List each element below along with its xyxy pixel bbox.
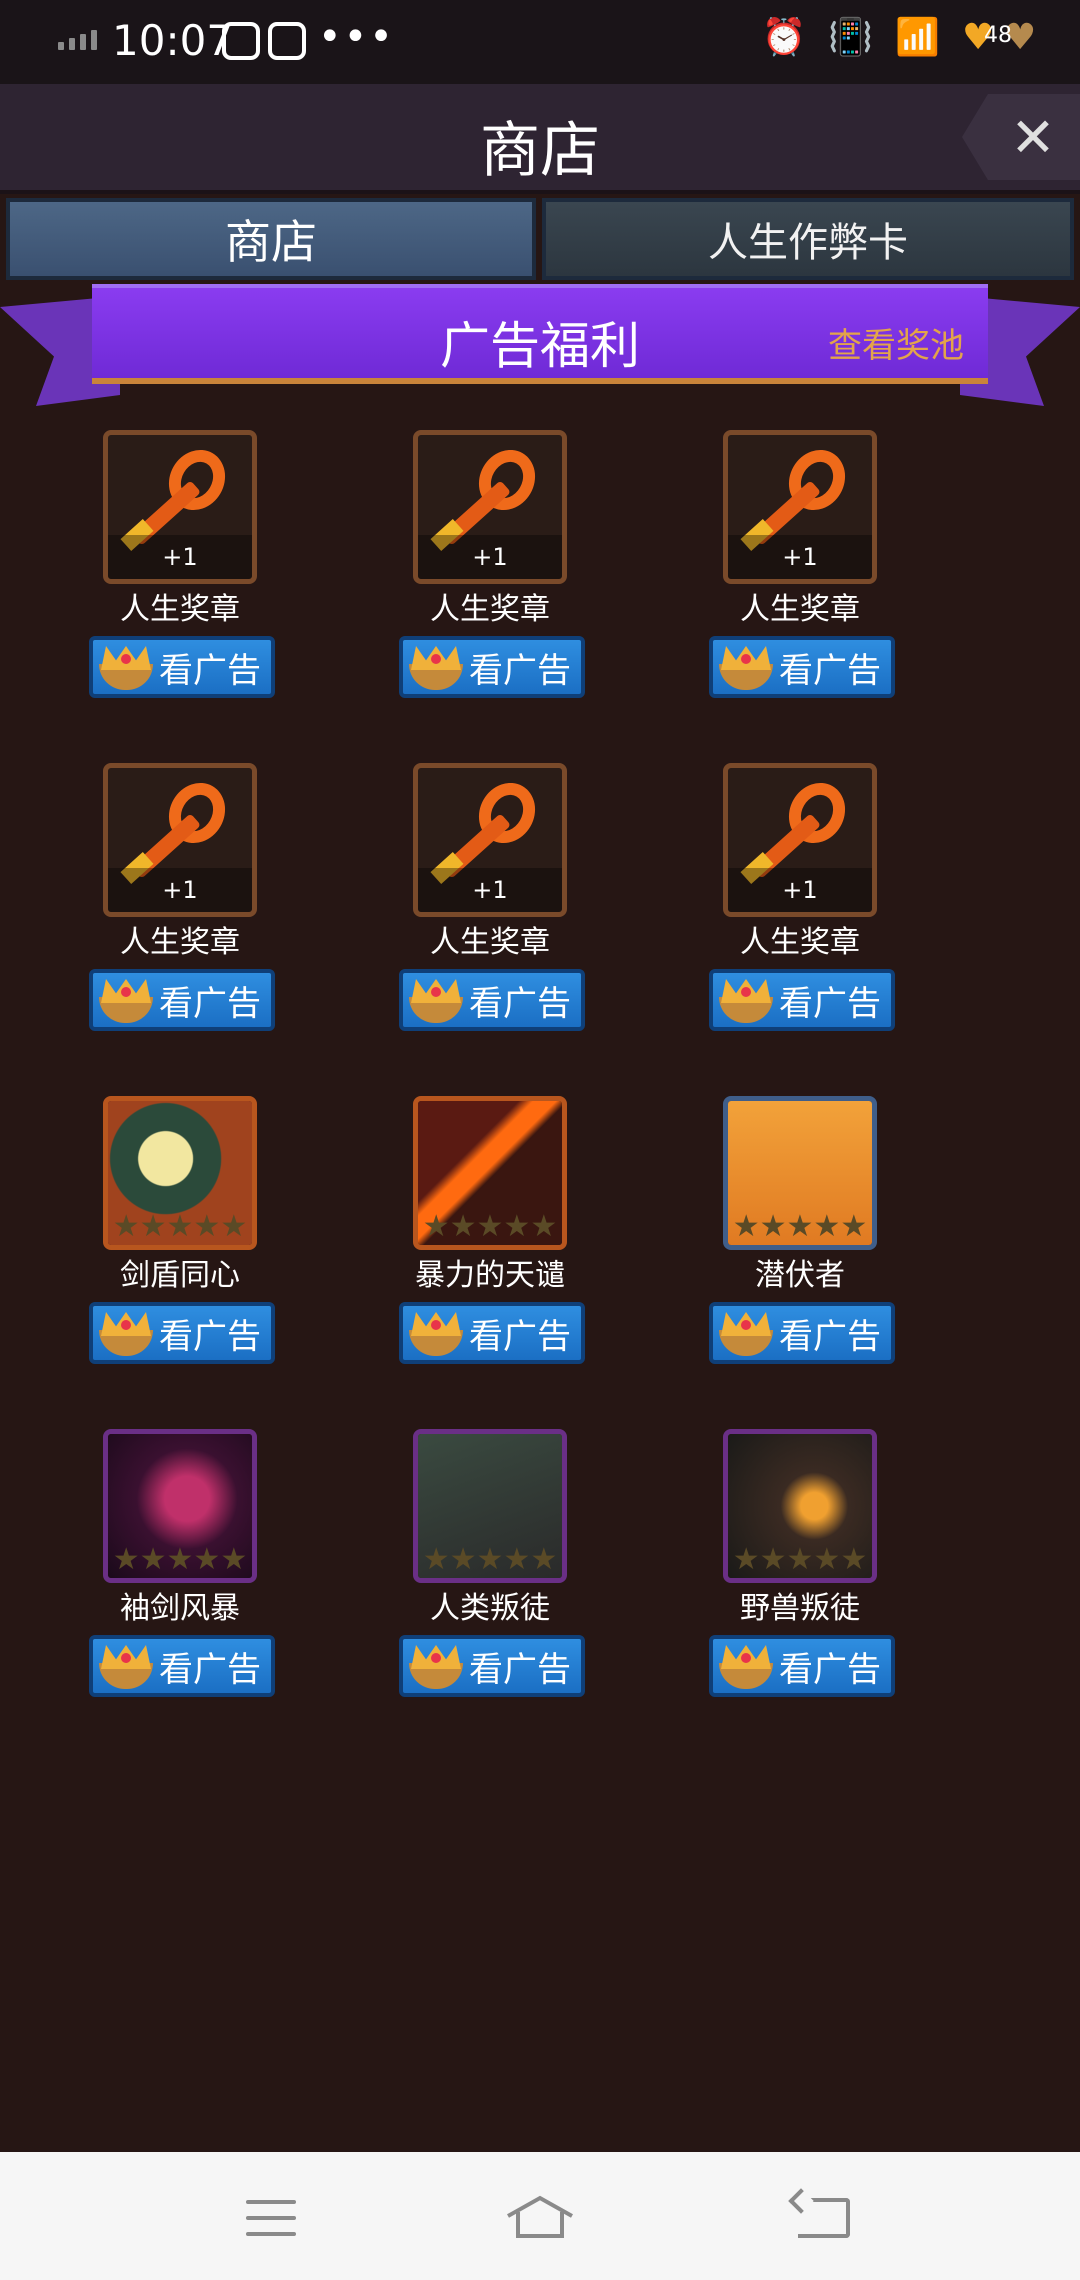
crown-icon: [407, 977, 465, 1023]
item-name: 人生奖章: [120, 925, 240, 960]
watch-ad-button[interactable]: 看广告: [709, 969, 895, 1031]
menu-icon[interactable]: [246, 2200, 296, 2248]
status-time: 10:07: [112, 16, 234, 65]
crown-icon: [717, 644, 775, 690]
tab-cheat-cards[interactable]: 人生作弊卡: [542, 198, 1074, 280]
page-title: 商店: [480, 116, 600, 186]
item-name: 人生奖章: [430, 925, 550, 960]
crown-icon: [407, 644, 465, 690]
wifi-icon: 📶: [895, 17, 940, 58]
crown-icon: [717, 1310, 775, 1356]
watch-ad-button[interactable]: 看广告: [709, 1635, 895, 1697]
more-notifications: •••: [318, 14, 395, 60]
watch-ad-label: 看广告: [159, 1649, 261, 1690]
view-prize-pool-link[interactable]: 查看奖池: [828, 318, 964, 367]
card-art: ★★★★★: [103, 1096, 257, 1250]
signal-icon: [58, 30, 97, 50]
ad-rewards-banner: 广告福利 查看奖池: [92, 284, 988, 384]
rarity-stars: ★★★★★: [732, 1209, 868, 1244]
rarity-stars: ★★★★★: [112, 1542, 248, 1577]
item-count-badge: +1: [418, 868, 562, 912]
watch-ad-label: 看广告: [469, 1316, 571, 1357]
crown-icon: [717, 1643, 775, 1689]
key-icon: +1: [413, 763, 567, 917]
item-name: 剑盾同心: [120, 1258, 240, 1293]
item-count-badge: +1: [108, 868, 252, 912]
item-name: 人生奖章: [740, 925, 860, 960]
item-count-badge: +1: [728, 535, 872, 579]
crown-icon: [717, 977, 775, 1023]
card-art: ★★★★★: [723, 1096, 877, 1250]
card-art: ★★★★★: [413, 1429, 567, 1583]
watch-ad-label: 看广告: [469, 650, 571, 691]
watch-ad-label: 看广告: [779, 650, 881, 691]
item-count-badge: +1: [108, 535, 252, 579]
watch-ad-button[interactable]: 看广告: [399, 1302, 585, 1364]
item-name: 潜伏者: [755, 1258, 845, 1293]
watch-ad-button[interactable]: 看广告: [89, 636, 275, 698]
watch-ad-button[interactable]: 看广告: [89, 1302, 275, 1364]
item-name: 野兽叛徒: [740, 1591, 860, 1626]
system-nav-bar: [0, 2152, 1080, 2280]
home-icon[interactable]: [506, 2194, 574, 2240]
watch-ad-label: 看广告: [159, 650, 261, 691]
item-name: 人类叛徒: [430, 1591, 550, 1626]
crown-icon: [407, 1310, 465, 1356]
crown-icon: [97, 1643, 155, 1689]
watch-ad-button[interactable]: 看广告: [399, 636, 585, 698]
key-icon: +1: [723, 430, 877, 584]
watch-ad-button[interactable]: 看广告: [709, 1302, 895, 1364]
rarity-stars: ★★★★★: [732, 1542, 868, 1577]
key-icon: +1: [413, 430, 567, 584]
card-art: ★★★★★: [413, 1096, 567, 1250]
watch-ad-button[interactable]: 看广告: [399, 1635, 585, 1697]
crown-icon: [97, 644, 155, 690]
crown-icon: [407, 1643, 465, 1689]
title-bar: 商店 ✕: [0, 84, 1080, 194]
media-icon: [222, 22, 260, 60]
card-art: ★★★★★: [723, 1429, 877, 1583]
watch-ad-button[interactable]: 看广告: [399, 969, 585, 1031]
watch-ad-button[interactable]: 看广告: [89, 969, 275, 1031]
rarity-stars: ★★★★★: [422, 1209, 558, 1244]
battery-icon: ♥ ♥ 48: [962, 17, 1037, 58]
key-icon: +1: [103, 763, 257, 917]
rarity-stars: ★★★★★: [112, 1209, 248, 1244]
battery-level: 48: [984, 23, 1012, 48]
watch-ad-label: 看广告: [779, 1649, 881, 1690]
watch-ad-label: 看广告: [469, 983, 571, 1024]
vibrate-icon: 📳: [828, 17, 874, 58]
item-name: 人生奖章: [120, 592, 240, 627]
key-icon: +1: [103, 430, 257, 584]
rarity-stars: ★★★★★: [422, 1542, 558, 1577]
item-count-badge: +1: [418, 535, 562, 579]
crown-icon: [97, 1310, 155, 1356]
crown-icon: [97, 977, 155, 1023]
key-icon: +1: [723, 763, 877, 917]
card-art: ★★★★★: [103, 1429, 257, 1583]
status-bar: 10:07 ••• ⏰ 📳 📶 ♥ ♥ 48: [0, 0, 1080, 84]
item-name: 人生奖章: [430, 592, 550, 627]
gallery-icon: [268, 22, 306, 60]
watch-ad-label: 看广告: [159, 1316, 261, 1357]
watch-ad-button[interactable]: 看广告: [89, 1635, 275, 1697]
watch-ad-label: 看广告: [159, 983, 261, 1024]
alarm-icon: ⏰: [761, 17, 807, 58]
item-name: 人生奖章: [740, 592, 860, 627]
item-count-badge: +1: [728, 868, 872, 912]
tab-shop[interactable]: 商店: [6, 198, 536, 280]
item-name: 袖剑风暴: [120, 1591, 240, 1626]
item-name: 暴力的天谴: [415, 1258, 565, 1293]
back-icon[interactable]: [798, 2198, 850, 2238]
watch-ad-label: 看广告: [779, 983, 881, 1024]
close-icon: ✕: [1010, 105, 1056, 169]
watch-ad-button[interactable]: 看广告: [709, 636, 895, 698]
watch-ad-label: 看广告: [469, 1649, 571, 1690]
watch-ad-label: 看广告: [779, 1316, 881, 1357]
